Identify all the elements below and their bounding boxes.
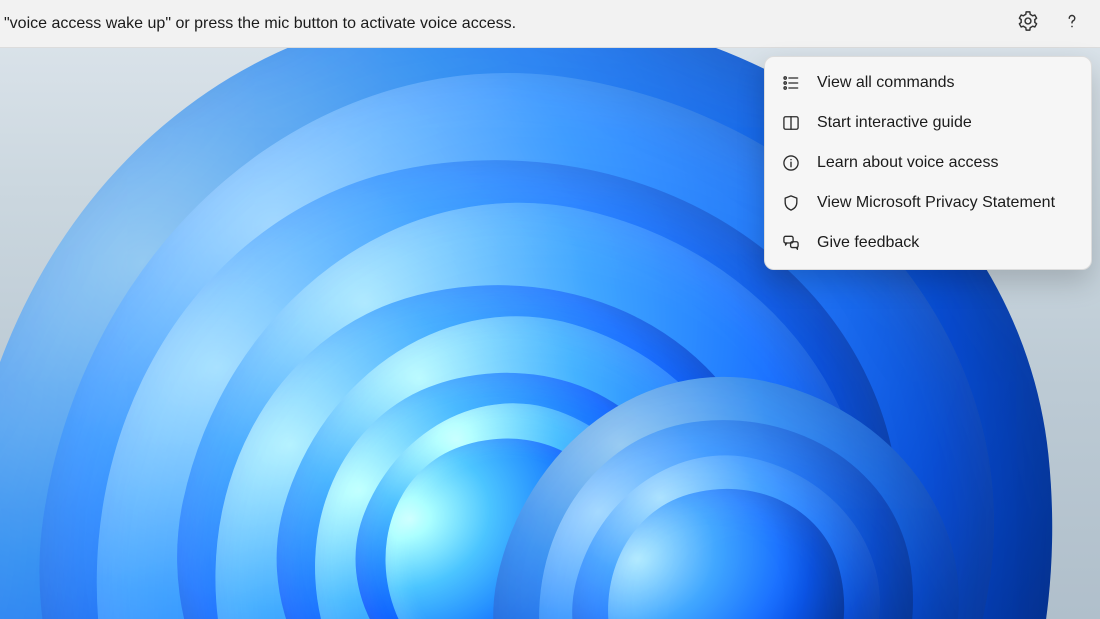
voice-access-hint-text: "voice access wake up" or press the mic … <box>4 15 1008 33</box>
menu-item-interactive-guide[interactable]: Start interactive guide <box>769 103 1087 143</box>
menu-item-label: Learn about voice access <box>817 154 1075 172</box>
menu-item-label: Give feedback <box>817 234 1075 252</box>
voice-access-topbar: "voice access wake up" or press the mic … <box>0 0 1100 48</box>
wallpaper-bloom-small <box>496 378 956 619</box>
menu-item-label: View all commands <box>817 74 1075 92</box>
settings-button[interactable] <box>1008 4 1048 44</box>
topbar-icon-group <box>1008 4 1092 44</box>
menu-item-privacy-statement[interactable]: View Microsoft Privacy Statement <box>769 183 1087 223</box>
menu-item-view-all-commands[interactable]: View all commands <box>769 63 1087 103</box>
info-icon <box>781 153 801 173</box>
menu-item-give-feedback[interactable]: Give feedback <box>769 223 1087 263</box>
view-all-commands-icon <box>781 73 801 93</box>
help-flyout-menu: View all commands Start interactive guid… <box>764 56 1092 270</box>
question-mark-icon <box>1061 10 1083 37</box>
feedback-icon <box>781 233 801 253</box>
menu-item-label: View Microsoft Privacy Statement <box>817 194 1075 212</box>
help-button[interactable] <box>1052 4 1092 44</box>
shield-icon <box>781 193 801 213</box>
menu-item-label: Start interactive guide <box>817 114 1075 132</box>
interactive-guide-icon <box>781 113 801 133</box>
menu-item-learn-about[interactable]: Learn about voice access <box>769 143 1087 183</box>
gear-icon <box>1017 10 1039 37</box>
